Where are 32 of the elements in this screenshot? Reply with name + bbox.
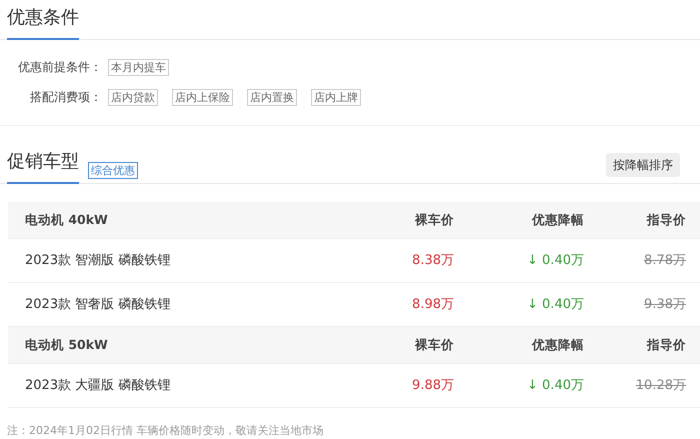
note-text: 注：2024年1月02日行情 车辆价格随时变动，敬请关注当地市场: [7, 424, 324, 437]
discount-cell: ↓ 0.40万: [527, 296, 584, 312]
column-header: 指导价: [647, 336, 686, 352]
model-name: 2023款 智奢版 磷酸铁锂: [25, 296, 170, 312]
group-name: 电动机 40kW: [25, 212, 108, 227]
section-title: 促销车型: [7, 144, 79, 184]
condition-tag: 店内贷款: [108, 88, 158, 106]
sort-button[interactable]: 按降幅排序: [606, 153, 680, 177]
condition-tag: 店内置换: [247, 88, 297, 106]
condition-label: 优惠前提条件：: [17, 59, 102, 76]
model-name: 2023款 大疆版 磷酸铁锂: [25, 378, 170, 393]
column-header: 裸车价: [415, 336, 454, 352]
discount-cell: ↓ 0.40万: [527, 378, 584, 393]
model-name: 2023款 智潮版 磷酸铁锂: [25, 252, 170, 268]
guide-price-cell: 9.38万: [644, 296, 686, 312]
guide-price-cell: 8.78万: [644, 252, 686, 268]
column-header: 优惠降幅: [532, 336, 584, 352]
condition-tag: 店内上牌: [311, 88, 361, 106]
guide-price-cell: 10.28万: [636, 378, 686, 393]
section-title: 优惠条件: [7, 0, 79, 40]
price-cell: 9.88万: [412, 378, 454, 393]
price-cell: 8.98万: [412, 296, 454, 312]
discount-cell: ↓ 0.40万: [527, 252, 584, 268]
column-header: 指导价: [647, 212, 686, 227]
condition-tag: 店内上保险: [172, 88, 233, 106]
column-header: 裸车价: [415, 212, 454, 227]
price-cell: 8.38万: [412, 252, 454, 268]
column-header: 优惠降幅: [532, 212, 584, 227]
condition-tag: 本月内提车: [108, 58, 169, 76]
filter-tag[interactable]: 综合优惠: [88, 162, 138, 179]
condition-label: 搭配消费项：: [29, 89, 102, 106]
group-name: 电动机 50kW: [25, 336, 108, 352]
